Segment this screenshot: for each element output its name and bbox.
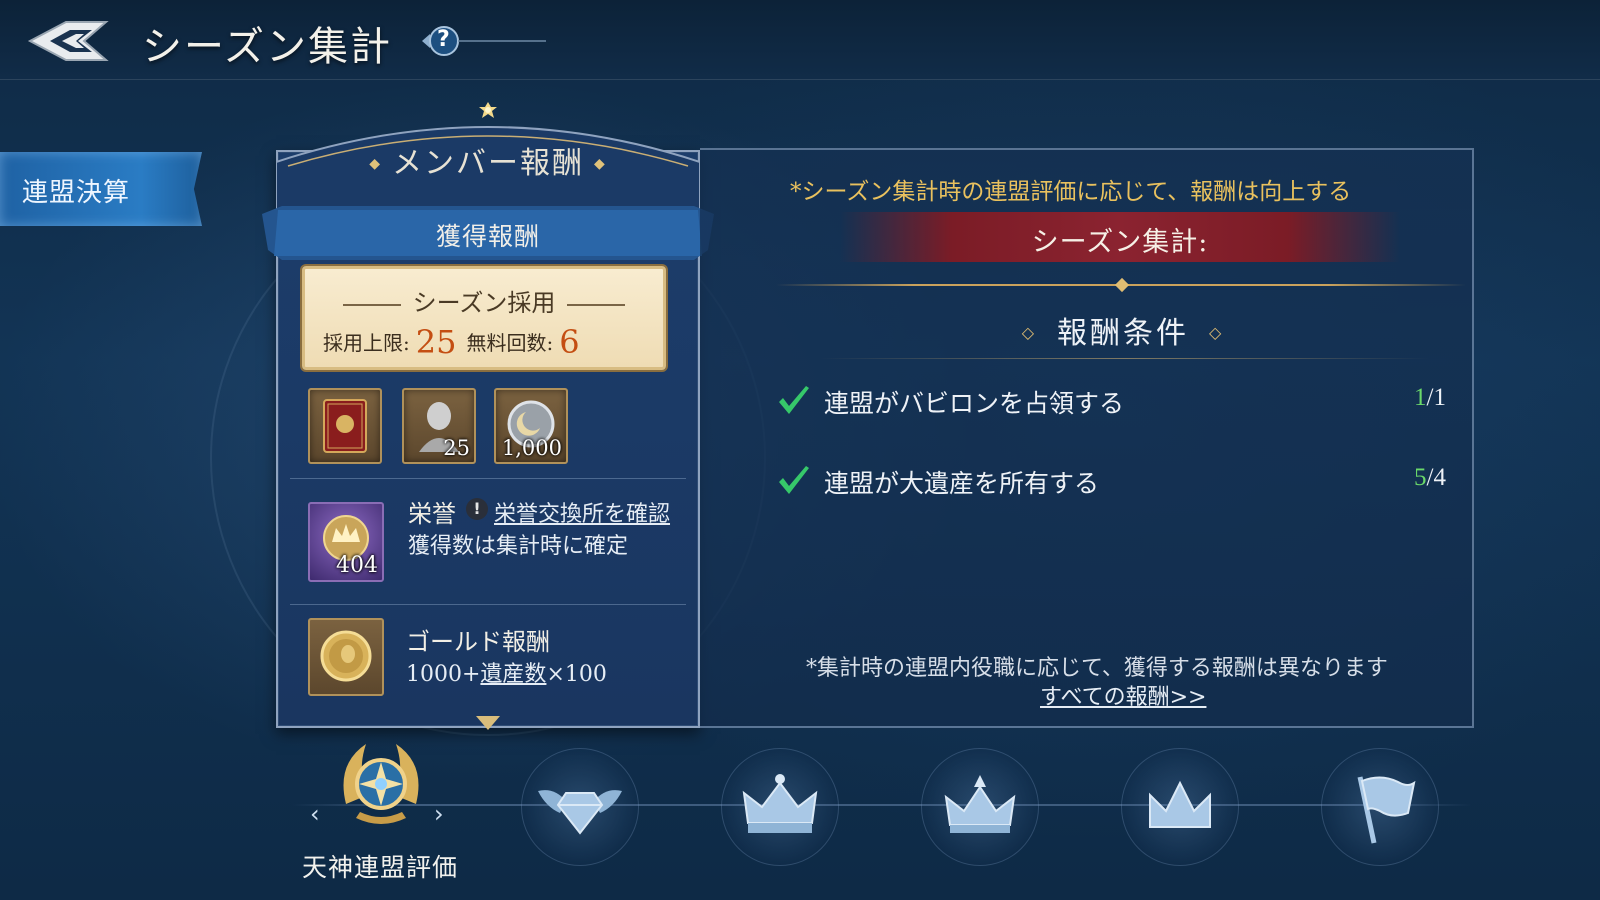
rank-emblem-diamond[interactable] — [515, 742, 645, 872]
honor-count: 404 — [336, 553, 378, 578]
conditions-divider — [820, 358, 1430, 359]
banner-flag-icon — [1357, 776, 1416, 844]
condition-text: 連盟がバビロンを占領する — [824, 389, 1125, 418]
simple-crown-icon — [1149, 780, 1211, 828]
formula-suffix: ×100 — [546, 662, 607, 687]
all-rewards-link[interactable]: すべての報酬>> — [1040, 679, 1206, 711]
condition-progress: 1/1 — [1414, 384, 1446, 411]
honor-title: 栄誉 — [408, 500, 456, 528]
rank-emblem-celestial[interactable] — [316, 734, 446, 864]
formula-prefix: 1000+ — [406, 662, 481, 687]
condition-row: 連盟が大遺産を所有する 5/4 — [776, 462, 1446, 502]
free-count-label: 無料回数: — [466, 331, 554, 355]
rank-emblem-flag[interactable] — [1315, 742, 1445, 872]
red-book-icon — [323, 399, 367, 453]
evaluation-notice: *シーズン集計時の連盟評価に応じて、報酬は向上する — [790, 179, 1352, 205]
help-label: ? — [437, 27, 450, 52]
rank-emblem-ornate-crown[interactable] — [915, 742, 1045, 872]
role-footnote: *集計時の連盟内役職に応じて、獲得する報酬は異なります — [806, 656, 1388, 681]
free-count-value: 6 — [559, 323, 580, 361]
rank-track — [292, 804, 1472, 806]
sidebar-item-label: 連盟決算 — [22, 178, 131, 208]
member-reward-title: ◆ メンバー報酬 ◆ — [369, 146, 607, 181]
sidebar-item-alliance-settlement[interactable]: 連盟決算 — [0, 152, 202, 226]
gold-reward-title: ゴールド報酬 — [406, 628, 550, 656]
honor-exchange-link[interactable]: 栄誉交換所を確認 — [494, 496, 670, 528]
item-count: 25 — [443, 436, 470, 460]
winged-diamond-icon — [538, 790, 622, 835]
reward-item-slot[interactable]: 25 — [402, 388, 476, 464]
card-bottom-ornament — [476, 716, 500, 730]
recruit-limit-label: 採用上限: — [323, 331, 410, 355]
condition-text: 連盟が大遺産を所有する — [824, 469, 1100, 498]
recruit-limit-value: 25 — [415, 323, 457, 361]
acquired-reward-label: 獲得報酬 — [435, 222, 540, 251]
jeweled-crown-icon — [742, 774, 818, 833]
ornate-crown-icon — [944, 775, 1016, 833]
season-recruit-title: シーズン採用 — [305, 283, 663, 318]
celestial-emblem-icon — [343, 744, 419, 824]
rank-emblem-simple-crown[interactable] — [1115, 742, 1245, 872]
rank-emblem-jeweled-crown[interactable] — [715, 742, 845, 872]
gold-reward-slot[interactable] — [308, 618, 384, 696]
season-total-banner: シーズン集計: — [840, 212, 1400, 262]
page-title: シーズン集計 — [142, 24, 392, 70]
item-count: 1,000 — [501, 436, 562, 460]
check-icon — [779, 386, 809, 414]
honor-reward-slot[interactable]: 404 — [308, 502, 384, 582]
divider — [290, 478, 686, 479]
check-icon — [779, 466, 809, 494]
gold-reward-formula: 1000+遺産数×100 — [406, 656, 607, 688]
season-recruit-stats: 採用上限: 25 無料回数: 6 — [323, 323, 590, 361]
top-bar: シーズン集計 ? — [0, 0, 1600, 80]
condition-row: 連盟がバビロンを占領する 1/1 — [776, 382, 1446, 422]
honor-note: 獲得数は集計時に確定 — [408, 534, 629, 559]
help-button[interactable]: ? — [420, 24, 550, 58]
divider — [290, 604, 686, 605]
selected-rank-label: 天神連盟評価 — [301, 853, 458, 882]
season-total-label: シーズン集計: — [1031, 227, 1209, 258]
gold-coin-icon — [320, 630, 372, 682]
heritage-count-link[interactable]: 遺産数 — [480, 662, 546, 687]
reward-item-slot[interactable]: 1,000 — [494, 388, 568, 464]
season-recruit-box: シーズン採用 採用上限: 25 無料回数: 6 — [302, 266, 666, 370]
back-arrow-icon — [27, 21, 109, 61]
conditions-title: 報酬条件 — [1000, 308, 1246, 352]
reward-item-slot[interactable] — [308, 388, 382, 464]
back-button[interactable] — [26, 18, 110, 64]
warning-icon: ! — [466, 498, 488, 520]
condition-progress: 5/4 — [1414, 464, 1446, 491]
